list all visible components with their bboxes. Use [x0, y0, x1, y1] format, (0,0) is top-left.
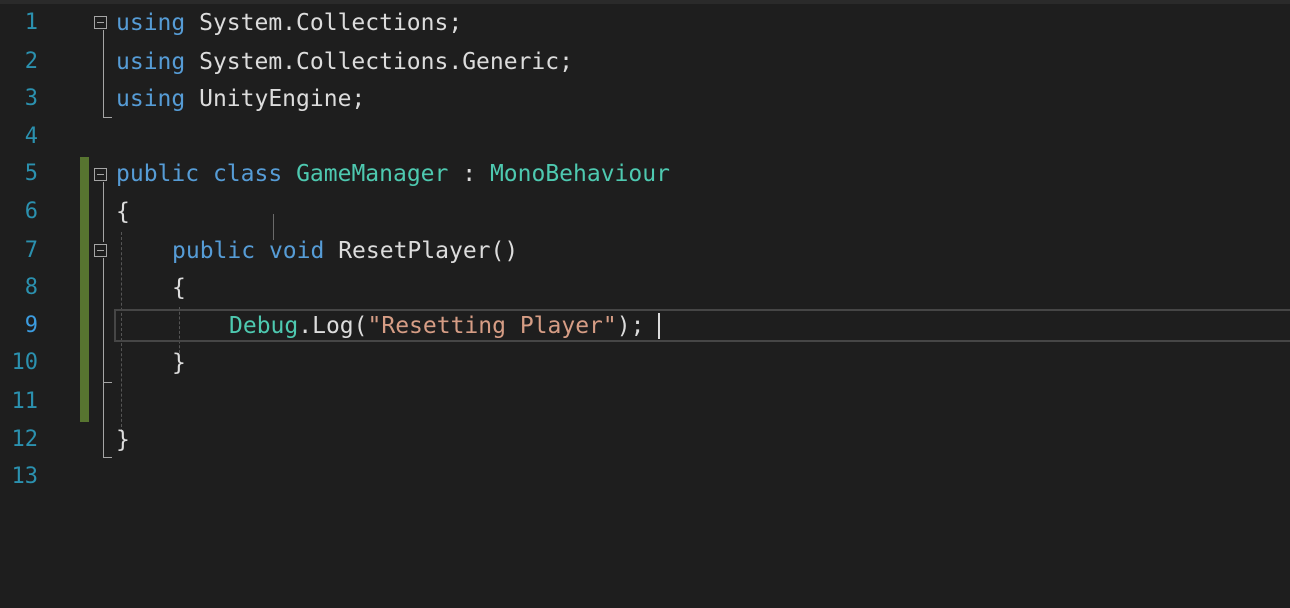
code-line-12[interactable]: }: [116, 425, 130, 455]
namespace-text: System.Collections;: [185, 10, 463, 36]
line-number: 12: [11, 427, 39, 452]
keyword-using: using: [116, 10, 186, 36]
line-number: 1: [24, 10, 38, 35]
keyword-using: using: [116, 86, 186, 112]
code-line-7[interactable]: public void ResetPlayer(): [172, 236, 518, 266]
code-line-5[interactable]: public class GameManager : MonoBehaviour: [116, 159, 670, 189]
outline-line: [103, 30, 104, 118]
open-brace: {: [172, 275, 186, 301]
namespace-text: UnityEngine;: [185, 86, 366, 112]
keyword-void: void: [268, 238, 325, 264]
outline-line: [103, 258, 104, 383]
ibeam-cursor-icon: [272, 214, 275, 240]
line-number: 5: [24, 161, 38, 186]
class-name: GameManager: [296, 161, 449, 187]
line-number: 10: [11, 350, 39, 375]
collapse-icon[interactable]: [94, 16, 107, 29]
text-caret: [658, 313, 660, 339]
code-line-1[interactable]: using System.Collections;: [116, 8, 462, 38]
line-number: 13: [11, 464, 39, 489]
code-line-6[interactable]: {: [116, 197, 130, 227]
line-number-current: 9: [24, 313, 38, 338]
outline-line: [103, 383, 104, 458]
code-line-10[interactable]: }: [172, 348, 186, 378]
line-number: 2: [24, 49, 38, 74]
code-line-9[interactable]: Debug.Log("Resetting Player");: [229, 311, 644, 341]
line-number: 4: [24, 124, 38, 149]
code-line-2[interactable]: using System.Collections.Generic;: [116, 47, 573, 77]
editor-top-edge: [0, 0, 1290, 4]
code-line-3[interactable]: using UnityEngine;: [116, 84, 365, 114]
change-tracking-bar: [80, 157, 89, 422]
method-call: .Log(: [298, 313, 368, 339]
keyword-public: public: [172, 238, 256, 264]
code-editor[interactable]: 1 2 3 4 5 6 7 8 9 10 11 12 13 using Syst…: [0, 0, 1290, 608]
open-brace: {: [116, 199, 130, 225]
keyword-using: using: [116, 49, 186, 75]
line-number: 3: [24, 86, 38, 111]
outline-end: [103, 382, 112, 383]
keyword-public: public: [116, 161, 200, 187]
line-number: 8: [24, 275, 38, 300]
line-number: 6: [24, 199, 38, 224]
keyword-class: class: [212, 161, 283, 187]
code-line-8[interactable]: {: [172, 273, 186, 303]
method-signature: ResetPlayer(): [324, 238, 519, 264]
debug-class: Debug: [229, 313, 299, 339]
call-end: );: [616, 313, 645, 339]
outline-line: [103, 182, 104, 242]
base-class-name: MonoBehaviour: [489, 161, 670, 187]
close-brace: }: [172, 350, 186, 376]
line-number: 11: [11, 389, 39, 414]
string-literal: "Resetting Player": [367, 313, 617, 339]
namespace-text: System.Collections.Generic;: [185, 49, 573, 75]
collapse-icon[interactable]: [94, 168, 107, 181]
outline-end: [103, 117, 112, 118]
inheritance-colon: :: [448, 161, 490, 187]
outline-end: [103, 457, 112, 458]
line-number: 7: [24, 238, 38, 263]
close-brace: }: [116, 427, 130, 453]
collapse-icon[interactable]: [94, 244, 107, 257]
